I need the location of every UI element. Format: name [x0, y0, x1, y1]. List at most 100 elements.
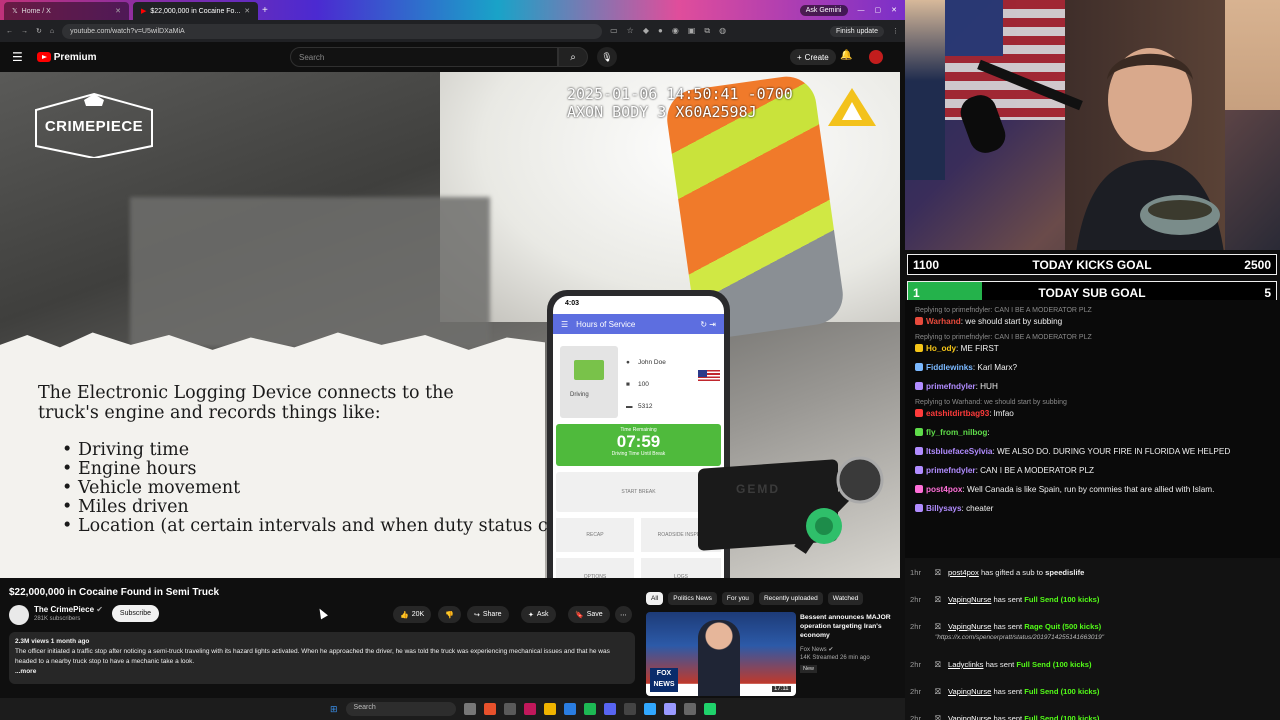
chip-watched[interactable]: Watched	[827, 592, 864, 605]
channel-name[interactable]: The CrimePiece ✔	[34, 605, 103, 614]
taskbar-app-icon[interactable]	[623, 703, 636, 715]
chat-username[interactable]: post4pox	[926, 485, 962, 494]
forward-icon[interactable]: →	[21, 28, 28, 35]
back-icon[interactable]: ←	[6, 28, 13, 35]
chat-username[interactable]: Billysays	[926, 504, 962, 513]
chat-message: Warhand: we should start by subbing	[915, 317, 1280, 327]
search-input[interactable]: Search	[290, 47, 558, 67]
close-icon[interactable]: ✕	[115, 7, 121, 15]
alert-username[interactable]: Ladyclinks	[948, 660, 983, 669]
chat-username[interactable]: ItsbluefaceSylvia	[926, 447, 992, 456]
taskbar-app-icon[interactable]	[563, 703, 576, 715]
discord-icon[interactable]	[603, 703, 616, 715]
close-icon[interactable]: ✕	[244, 7, 250, 15]
description-box[interactable]: 2.3M views 1 month ago The officer initi…	[9, 632, 635, 684]
gift-icon: ⛝	[935, 660, 941, 669]
like-button[interactable]: 👍 20K	[393, 606, 432, 623]
chat-badge-icon	[915, 485, 923, 493]
taskbar-app-icon[interactable]	[463, 703, 476, 715]
extension-icon[interactable]: ●	[658, 26, 663, 36]
profile-icon[interactable]: ◍	[719, 26, 726, 36]
ask-gemini-button[interactable]: Ask Gemini	[799, 4, 848, 16]
subscribe-button[interactable]: Subscribe	[112, 605, 159, 622]
video-player[interactable]: CRIMEPIECE 2025-01-06 14:50:41 -0700 AXO…	[0, 72, 900, 578]
slide-title: The Electronic Logging Device connects t…	[38, 383, 454, 423]
youtube-premium-logo[interactable]: Premium	[36, 52, 97, 63]
extension-icon[interactable]: ◉	[672, 26, 679, 36]
chat-username[interactable]: eatshitdirtbag93	[926, 409, 989, 418]
maximize-icon[interactable]: ▢	[875, 6, 882, 14]
alert-username[interactable]: VapingNurse	[948, 687, 991, 696]
taskbar-app-icon[interactable]	[683, 703, 696, 715]
timer-subcaption: Driving Time Until Break	[611, 451, 666, 457]
alert-username[interactable]: VapingNurse	[948, 622, 991, 631]
kicks-goal-label: TODAY KICKS GOAL	[1032, 257, 1152, 272]
premiere-icon[interactable]	[663, 703, 676, 715]
taskbar-app-icon[interactable]	[503, 703, 516, 715]
more-actions-button[interactable]: ⋯	[615, 606, 632, 623]
channel-avatar[interactable]	[9, 605, 29, 625]
window-close-icon[interactable]: ✕	[891, 6, 897, 14]
save-label: Save	[586, 611, 603, 618]
account-avatar[interactable]	[869, 50, 883, 64]
browser-menu-icon[interactable]: ⋮	[892, 27, 899, 35]
chip-for-you[interactable]: For you	[721, 592, 754, 605]
chrome-icon[interactable]	[483, 703, 496, 715]
spotify-icon[interactable]	[583, 703, 596, 715]
home-icon[interactable]: ⌂	[50, 28, 54, 35]
alert-verb: has sent	[983, 660, 1017, 669]
alert-username[interactable]: VapingNurse	[948, 714, 991, 720]
ask-button[interactable]: ✦ Ask	[521, 606, 556, 623]
create-button[interactable]: + Create	[790, 49, 836, 65]
hamburger-menu-icon[interactable]: ☰	[12, 50, 23, 64]
thumbnail-person	[698, 620, 740, 696]
extension-icon[interactable]: ▣	[688, 26, 696, 36]
chat-badge-icon	[915, 382, 923, 390]
minimize-icon[interactable]: —	[858, 7, 865, 14]
finish-update-button[interactable]: Finish update	[829, 25, 884, 37]
voice-search-button[interactable]: 🎙	[597, 47, 617, 67]
more-link[interactable]: ...more	[15, 667, 629, 677]
cast-icon[interactable]: ▭	[610, 26, 618, 36]
folder-icon[interactable]	[543, 703, 556, 715]
recommended-thumbnail[interactable]: FOX NEWS 17:11	[646, 612, 796, 696]
star-icon[interactable]: ☆	[627, 26, 634, 36]
chat-username[interactable]: Fiddlewinks	[926, 363, 973, 372]
chat-text: : CAN I BE A MODERATOR PLZ	[975, 466, 1095, 475]
url-field[interactable]: youtube.com/watch?v=U5wilDXaMiA	[62, 23, 603, 39]
chip-all[interactable]: All	[646, 592, 664, 605]
chat-username[interactable]: Warhand	[926, 317, 961, 326]
channel-name-text: The CrimePiece	[34, 605, 95, 614]
windows-taskbar: ⊞ Search	[0, 698, 905, 720]
share-button[interactable]: ↪ Share	[467, 606, 509, 623]
webcam-feed	[905, 0, 1280, 250]
dislike-button[interactable]: 👎	[438, 606, 461, 623]
chat-username[interactable]: primefndyler	[926, 382, 976, 391]
new-tab-icon[interactable]: +	[262, 5, 268, 16]
alert-username[interactable]: VapingNurse	[948, 595, 991, 604]
chat-username[interactable]: Ho_ody	[926, 344, 956, 353]
alert-username[interactable]: post4pox	[948, 568, 979, 577]
puzzle-icon[interactable]: ⧉	[704, 26, 710, 36]
reload-icon[interactable]: ↻	[36, 27, 42, 35]
taskbar-search[interactable]: Search	[345, 702, 456, 716]
windows-start-icon[interactable]: ⊞	[330, 704, 338, 715]
chip-recently-uploaded[interactable]: Recently uploaded	[758, 592, 823, 605]
tab-youtube[interactable]: ▶ $22,000,000 in Cocaine Fo... ✕	[133, 2, 258, 20]
slide-list-item: Engine hours	[62, 460, 618, 480]
save-button[interactable]: 🔖 Save	[568, 606, 610, 623]
menu-icon: ☰	[561, 319, 569, 329]
create-label: Create	[804, 52, 829, 62]
extension-icon[interactable]: ◆	[643, 26, 649, 36]
kick-icon[interactable]	[703, 703, 716, 715]
tab-x-home[interactable]: 𝕏 Home / X ✕	[4, 2, 129, 20]
photoshop-icon[interactable]	[643, 703, 656, 715]
chat-badge-icon	[915, 447, 923, 455]
search-button[interactable]: ⌕	[558, 47, 588, 67]
notifications-bell-icon[interactable]: 🔔	[840, 50, 852, 61]
chip-politics-news[interactable]: Politics News	[668, 592, 717, 605]
obs-icon[interactable]	[523, 703, 536, 715]
recommended-title[interactable]: Bessent announces MAJOR operation target…	[800, 613, 896, 640]
chat-username[interactable]: fly_from_nilbog	[926, 428, 987, 437]
chat-username[interactable]: primefndyler	[926, 466, 976, 475]
